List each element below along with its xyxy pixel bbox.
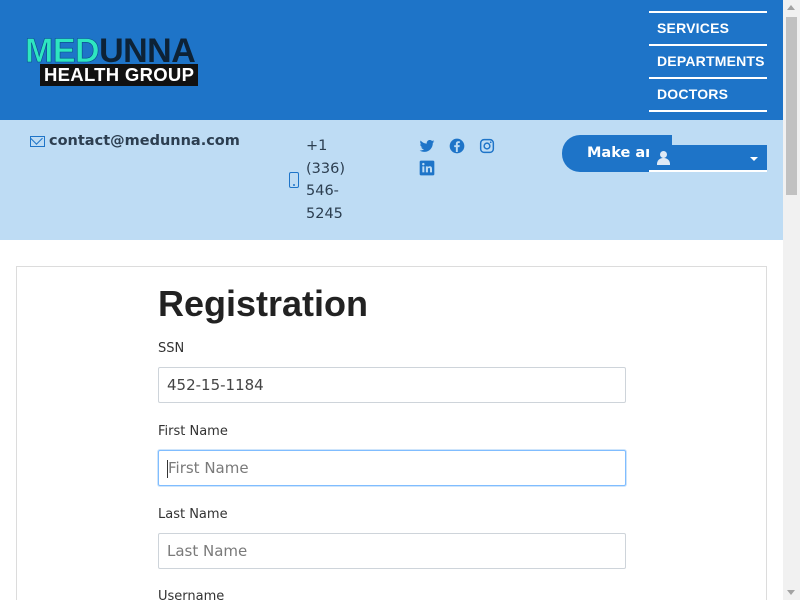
last-name-input[interactable]: Last Name [158, 533, 626, 569]
logo-subtitle: HEALTH GROUP [40, 64, 199, 86]
twitter-icon[interactable] [419, 138, 435, 154]
contact-phone[interactable]: +1 (336) 546- 5245 [306, 135, 356, 225]
first-name-placeholder: First Name [168, 459, 249, 477]
facebook-icon[interactable] [449, 138, 465, 154]
user-icon [657, 151, 670, 165]
phone-line: +1 [306, 138, 328, 154]
site-header: MEDUNNA HEALTH GROUP ABOUT SERVICES DEPA… [0, 0, 783, 145]
phone-line: 5245 [306, 205, 343, 222]
phone-line: 546- [306, 183, 339, 199]
ssn-label: SSN [158, 341, 185, 356]
last-name-label: Last Name [158, 507, 228, 522]
scrollbar-thumb[interactable] [786, 17, 797, 195]
nav-item-doctors[interactable]: DOCTORS [649, 79, 767, 112]
account-dropdown[interactable] [649, 145, 767, 172]
nav-item-about[interactable]: ABOUT [649, 0, 767, 13]
page-title: Registration [158, 283, 369, 324]
chevron-down-icon [750, 157, 758, 161]
username-label: Username [158, 589, 225, 600]
mobile-phone-icon [289, 172, 299, 188]
user-menu-container [649, 145, 767, 172]
contact-email-text: contact@medunna.com [49, 133, 240, 149]
scroll-up-arrow-icon[interactable] [787, 5, 795, 10]
ssn-input[interactable]: 452-15-1184 [158, 367, 626, 403]
last-name-placeholder: Last Name [167, 542, 248, 560]
nav-item-departments[interactable]: DEPARTMENTS [649, 46, 767, 79]
nav-item-services[interactable]: SERVICES [649, 13, 767, 46]
contact-email[interactable]: contact@medunna.com [30, 133, 240, 149]
first-name-label: First Name [158, 424, 228, 439]
scroll-down-arrow-icon[interactable] [787, 590, 795, 595]
contact-bar: contact@medunna.com +1 (336) 546- 5245 M… [0, 120, 783, 240]
phone-line: (336) [306, 160, 345, 177]
linkedin-icon[interactable] [419, 160, 435, 176]
medunna-logo[interactable]: MEDUNNA HEALTH GROUP [25, 32, 315, 87]
first-name-input[interactable]: First Name [158, 450, 626, 486]
envelope-icon [30, 135, 45, 147]
instagram-icon[interactable] [479, 138, 495, 154]
page-scrollbar[interactable] [783, 0, 800, 600]
